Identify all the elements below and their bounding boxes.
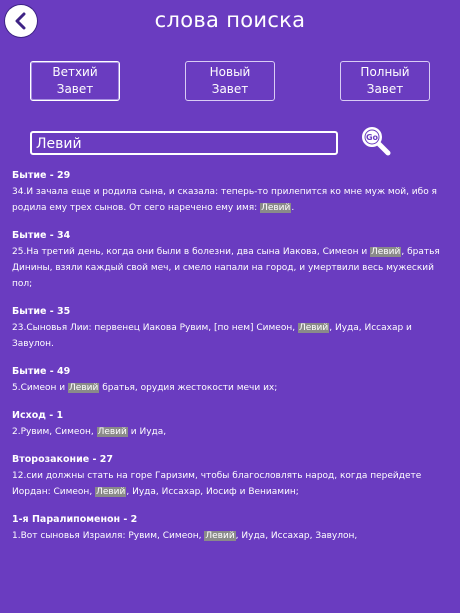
highlight: Левий — [68, 383, 100, 393]
result-reference: Исход - 1 — [12, 410, 64, 421]
go-search-button[interactable]: Go — [360, 125, 392, 157]
highlight: Левий — [95, 487, 127, 497]
result-verse: 23.Сыновья Лии: первенец Иакова Рувим, [… — [12, 323, 412, 349]
result-item[interactable]: Бытие - 34 25.На третий день, когда они … — [12, 230, 452, 292]
result-verse: 34.И зачала еще и родила сына, и сказала… — [12, 187, 437, 213]
full-bible-button[interactable]: Полный Завет — [340, 61, 430, 101]
search-field[interactable] — [30, 131, 338, 155]
result-item[interactable]: Второзаконие - 27 12.сии должны стать на… — [12, 454, 452, 500]
page-title: слова поиска — [154, 8, 306, 32]
highlight: Левий — [204, 531, 236, 541]
result-verse: 25.На третий день, когда они были в боле… — [12, 247, 440, 289]
result-item[interactable]: Исход - 1 2.Рувим, Симеон, Левий и Иуда, — [12, 410, 452, 440]
result-reference: Бытие - 29 — [12, 170, 71, 181]
result-verse: 12.сии должны стать на горе Гаризим, что… — [12, 471, 422, 497]
result-reference: 1-я Паралипоменон - 2 — [12, 514, 138, 525]
new-testament-button[interactable]: Новый Завет — [185, 61, 275, 101]
search-results: Бытие - 29 34.И зачала еще и родила сына… — [12, 170, 452, 558]
result-verse: 5.Симеон и Левий братья, орудия жестокос… — [12, 383, 278, 393]
search-input[interactable] — [32, 134, 336, 154]
result-verse: 2.Рувим, Симеон, Левий и Иуда, — [12, 427, 167, 437]
result-item[interactable]: Бытие - 35 23.Сыновья Лии: первенец Иако… — [12, 306, 452, 352]
result-reference: Бытие - 35 — [12, 306, 71, 317]
result-reference: Второзаконие - 27 — [12, 454, 113, 465]
highlight: Левий — [370, 247, 402, 257]
old-testament-button[interactable]: Ветхий Завет — [30, 61, 120, 101]
go-label: Go — [366, 133, 379, 142]
result-item[interactable]: Бытие - 49 5.Симеон и Левий братья, оруд… — [12, 366, 452, 396]
result-item[interactable]: Бытие - 29 34.И зачала еще и родила сына… — [12, 170, 452, 216]
result-item[interactable]: 1-я Паралипоменон - 2 1.Вот сыновья Изра… — [12, 514, 452, 544]
highlight: Левий — [96, 427, 128, 437]
highlight: Левий — [260, 203, 292, 213]
result-verse: 1.Вот сыновья Израиля: Рувим, Симеон, Ле… — [12, 531, 358, 541]
magnifier-icon: Go — [362, 127, 391, 156]
highlight: Левий — [297, 323, 330, 333]
result-reference: Бытие - 49 — [12, 366, 71, 377]
result-reference: Бытие - 34 — [12, 230, 71, 241]
